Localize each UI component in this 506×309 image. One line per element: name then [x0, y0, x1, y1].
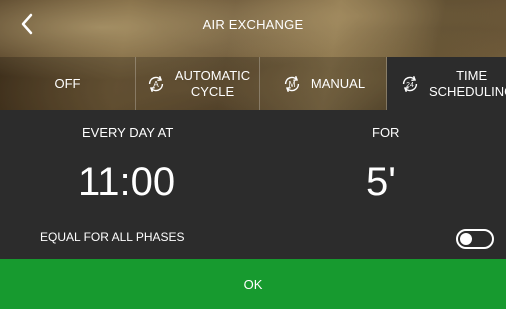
- svg-text:24: 24: [406, 81, 414, 88]
- equal-phases-toggle[interactable]: [456, 229, 494, 249]
- ok-button[interactable]: OK: [0, 259, 506, 309]
- start-time-value[interactable]: 11:00: [78, 160, 175, 205]
- svg-text:M: M: [288, 80, 295, 89]
- toggle-knob: [460, 233, 472, 245]
- tab-off[interactable]: OFF: [0, 57, 136, 110]
- svg-text:A: A: [153, 80, 159, 89]
- manual-icon: M: [284, 75, 300, 92]
- tab-time-scheduling-label-line1: TIME: [456, 67, 488, 83]
- tab-manual[interactable]: M MANUAL: [260, 57, 387, 110]
- tab-automatic-cycle-label: AUTOMATIC CYCLE: [175, 68, 250, 100]
- mode-tabs: OFF A AUTOMATIC CYCLE M MANUAL 24 TIME S…: [0, 57, 506, 110]
- tab-time-scheduling[interactable]: 24 TIME SCHEDULING: [387, 57, 506, 110]
- page-title: AIR EXCHANGE: [202, 17, 304, 32]
- tab-manual-label: MANUAL: [310, 75, 366, 91]
- tab-automatic-cycle[interactable]: A AUTOMATIC CYCLE: [136, 57, 260, 110]
- duration-value[interactable]: 5': [366, 160, 396, 205]
- header-background: AIR EXCHANGE OFF A AUTOMATIC CYCLE M MAN…: [0, 0, 506, 110]
- tab-off-label: OFF: [54, 75, 81, 91]
- tab-time-scheduling-label-line2: SCHEDULING: [429, 83, 506, 99]
- tab-automatic-cycle-label-line1: AUTOMATIC: [174, 67, 251, 83]
- tab-automatic-cycle-label-line2: CYCLE: [190, 83, 235, 99]
- time-scheduling-icon: 24: [402, 75, 418, 92]
- tab-time-scheduling-label: TIME SCHEDULING: [429, 68, 506, 100]
- for-label: FOR: [372, 125, 400, 140]
- equal-phases-label: EQUAL FOR ALL PHASES: [40, 230, 185, 244]
- auto-cycle-icon: A: [148, 75, 163, 92]
- every-day-label: EVERY DAY AT: [82, 125, 174, 140]
